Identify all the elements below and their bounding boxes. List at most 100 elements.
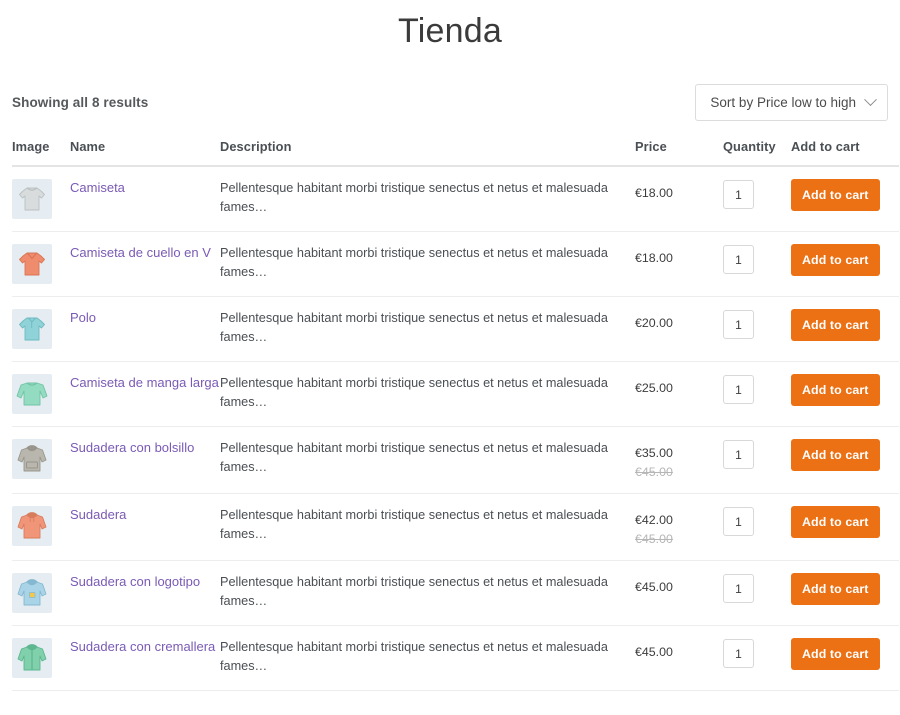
product-quantity-cell (723, 166, 791, 232)
product-description: Pellentesque habitant morbi tristique se… (220, 376, 608, 410)
product-description: Pellentesque habitant morbi tristique se… (220, 640, 608, 674)
product-price: €45.00 (635, 580, 673, 595)
polo-shirt-icon[interactable] (12, 309, 52, 349)
quantity-input[interactable] (723, 639, 754, 669)
product-description: Pellentesque habitant morbi tristique se… (220, 181, 608, 215)
product-price: €25.00 (635, 381, 673, 395)
logo-hoodie-icon[interactable] (12, 573, 52, 614)
results-toolbar: Showing all 8 results Sort by Price low … (12, 82, 888, 122)
product-add-to-cart-cell: Add to cart (791, 426, 899, 495)
add-to-cart-button[interactable]: Add to cart (791, 573, 880, 606)
product-description-cell: Pellentesque habitant morbi tristique se… (220, 560, 635, 627)
product-price: €18.00 (635, 186, 673, 200)
product-add-to-cart-cell: Add to cart (791, 231, 899, 297)
table-row: Camiseta de manga larga Pellentesque habi… (12, 361, 899, 427)
add-to-cart-button[interactable]: Add to cart (791, 439, 880, 471)
table-row: Polo Pellentesque habitant morbi tristiqu… (12, 296, 899, 362)
table-row: Sudadera con bolsillo Pellentesque habita… (12, 426, 899, 495)
long-sleeve-tee-icon[interactable] (12, 374, 52, 414)
product-description: Pellentesque habitant morbi tristique se… (220, 441, 608, 475)
product-description-cell: Pellentesque habitant morbi tristique se… (220, 493, 635, 562)
product-description: Pellentesque habitant morbi tristique se… (220, 311, 608, 345)
product-add-to-cart-cell: Add to cart (791, 296, 899, 362)
product-name-link[interactable]: Sudadera con cremallera (70, 638, 215, 657)
hoodie-icon[interactable] (12, 506, 52, 547)
product-image-cell (12, 296, 70, 362)
product-image-cell (12, 361, 70, 427)
sort-dropdown-label: Sort by Price low to high (710, 94, 856, 110)
result-count: Showing all 8 results (12, 94, 149, 110)
product-add-to-cart-cell: Add to cart (791, 166, 899, 232)
zip-hoodie-icon[interactable] (12, 638, 52, 679)
quantity-input[interactable] (723, 440, 754, 469)
product-price-cell: €18.00 (635, 231, 723, 297)
product-add-to-cart-cell: Add to cart (791, 625, 899, 692)
add-to-cart-button[interactable]: Add to cart (791, 638, 880, 671)
product-description: Pellentesque habitant morbi tristique se… (220, 508, 608, 542)
products-table-head: Image Name Description Price Quantity Ad… (12, 139, 899, 167)
tshirt-icon[interactable] (12, 179, 52, 219)
product-name-link[interactable]: Camiseta de cuello en V (70, 244, 211, 263)
add-to-cart-button[interactable]: Add to cart (791, 374, 880, 406)
product-description-cell: Pellentesque habitant morbi tristique se… (220, 166, 635, 232)
products-table: Image Name Description Price Quantity Ad… (12, 139, 899, 692)
add-to-cart-button[interactable]: Add to cart (791, 179, 880, 211)
product-description-cell: Pellentesque habitant morbi tristique se… (220, 426, 635, 495)
pocket-hoodie-icon[interactable] (12, 439, 52, 479)
product-description: Pellentesque habitant morbi tristique se… (220, 575, 608, 609)
product-name-cell: Sudadera con cremallera (70, 625, 220, 692)
product-price-cell: €45.00 (635, 560, 723, 627)
product-add-to-cart-cell: Add to cart (791, 493, 899, 562)
product-name-link[interactable]: Sudadera con bolsillo (70, 439, 194, 458)
product-price-original: €45.00 (635, 464, 673, 479)
quantity-input[interactable] (723, 310, 754, 339)
product-quantity-cell (723, 296, 791, 362)
product-price-cell: €25.00 (635, 361, 723, 427)
product-price: €35.00 (635, 446, 673, 460)
product-name-link[interactable]: Polo (70, 309, 96, 328)
products-table-body: Camiseta Pellentesque habitant morbi tris… (12, 166, 899, 692)
header-price: Price (635, 139, 723, 167)
quantity-input[interactable] (723, 574, 754, 604)
product-image-cell (12, 166, 70, 232)
product-name-link[interactable]: Sudadera con logotipo (70, 573, 200, 592)
product-image-cell (12, 493, 70, 562)
add-to-cart-button[interactable]: Add to cart (791, 244, 880, 276)
product-price: €42.00 (635, 513, 673, 528)
product-name-link[interactable]: Camiseta de manga larga (70, 374, 219, 393)
add-to-cart-button[interactable]: Add to cart (791, 309, 880, 341)
product-name-cell: Sudadera con logotipo (70, 560, 220, 627)
product-description: Pellentesque habitant morbi tristique se… (220, 246, 608, 280)
product-name-link[interactable]: Camiseta (70, 179, 125, 198)
quantity-input[interactable] (723, 375, 754, 404)
product-quantity-cell (723, 231, 791, 297)
product-image-cell (12, 231, 70, 297)
quantity-input[interactable] (723, 507, 754, 537)
product-price-cell: €45.00 (635, 625, 723, 692)
shop-page: Tienda Showing all 8 results Sort by Pri… (0, 14, 900, 692)
add-to-cart-button[interactable]: Add to cart (791, 506, 880, 539)
product-price-cell: €42.00 €45.00 (635, 493, 723, 562)
table-row: Sudadera Pellentesque habitant morbi tris… (12, 493, 899, 562)
chevron-down-icon (864, 92, 877, 106)
table-header-row: Image Name Description Price Quantity Ad… (12, 139, 899, 167)
product-price-original: €45.00 (635, 531, 673, 546)
product-name-link[interactable]: Sudadera (70, 506, 126, 525)
header-image: Image (12, 139, 70, 167)
quantity-input[interactable] (723, 245, 754, 274)
product-description-cell: Pellentesque habitant morbi tristique se… (220, 361, 635, 427)
product-price-cell: €35.00 €45.00 (635, 426, 723, 495)
header-name: Name (70, 139, 220, 167)
table-row: Sudadera con logotipo Pellentesque habita… (12, 560, 899, 627)
product-name-cell: Camiseta de cuello en V (70, 231, 220, 297)
table-row: Sudadera con cremallera Pellentesque habi… (12, 625, 899, 692)
vneck-tshirt-icon[interactable] (12, 244, 52, 284)
product-description-cell: Pellentesque habitant morbi tristique se… (220, 296, 635, 362)
sort-dropdown[interactable]: Sort by Price low to high (695, 83, 888, 121)
product-price-cell: €18.00 (635, 166, 723, 232)
quantity-input[interactable] (723, 180, 754, 209)
product-add-to-cart-cell: Add to cart (791, 560, 899, 627)
product-price-cell: €20.00 (635, 296, 723, 362)
product-name-cell: Camiseta (70, 166, 220, 232)
header-quantity: Quantity (723, 139, 791, 167)
